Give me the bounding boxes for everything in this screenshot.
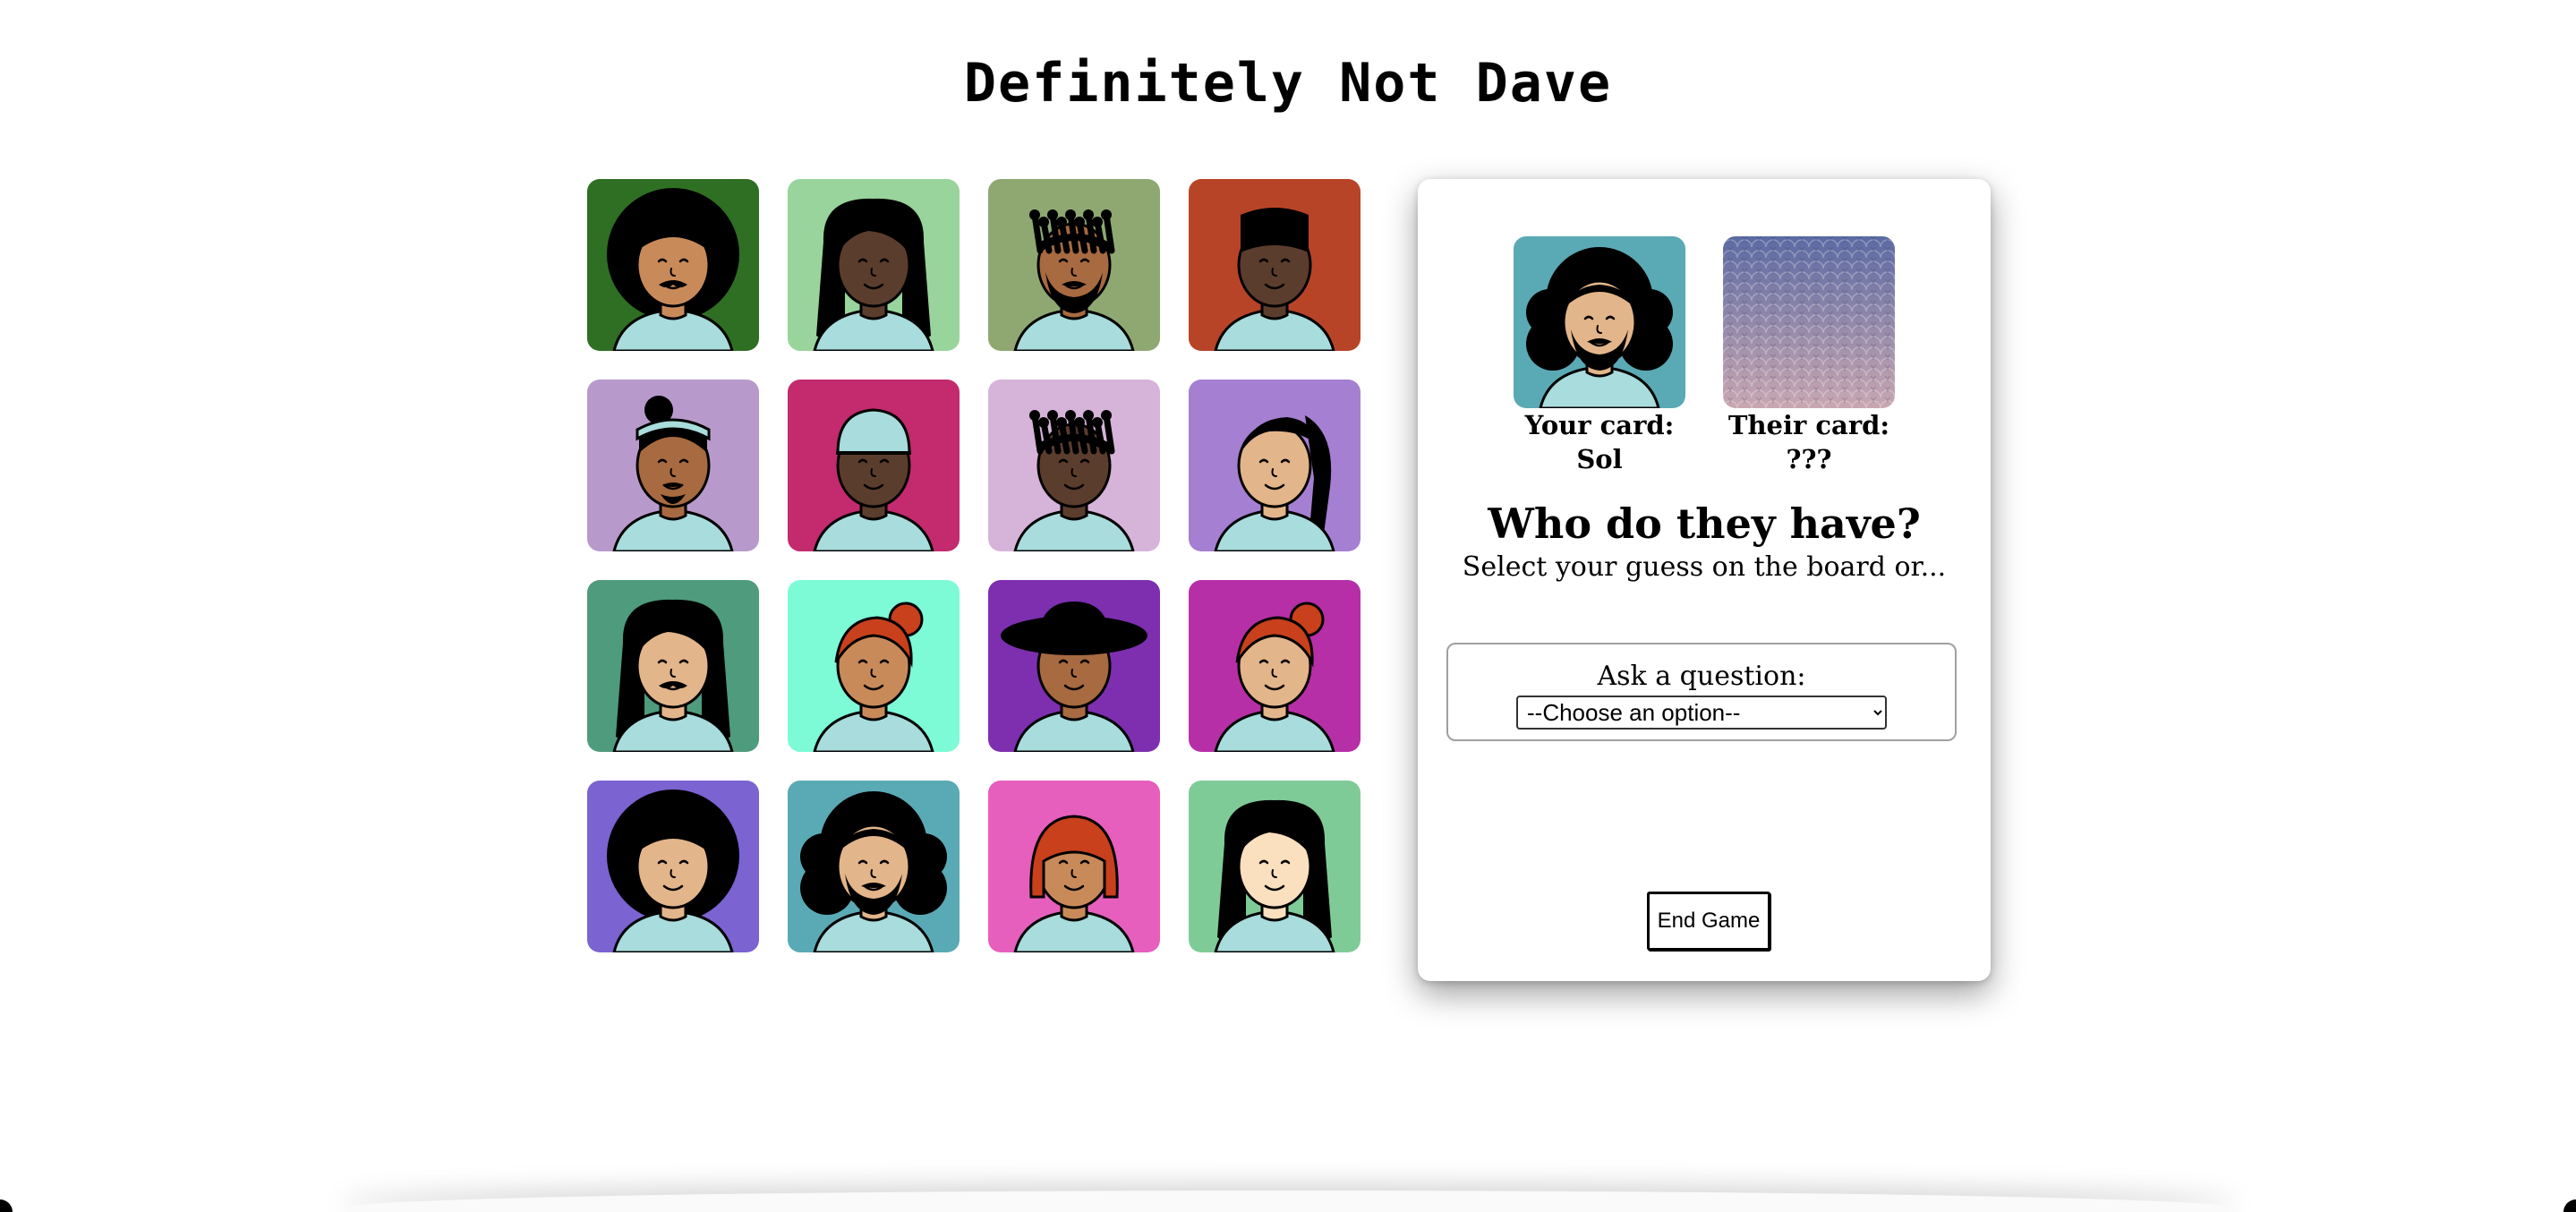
portrait-icon [1189,580,1361,752]
portrait-icon [988,179,1160,351]
character-card[interactable] [988,580,1160,752]
character-card[interactable] [1189,781,1361,952]
character-board [587,179,1361,952]
window-corner-right [2563,1199,2576,1212]
portrait-icon [788,580,960,752]
your-card-portrait [1514,236,1685,408]
ask-question-label: Ask a question: [1597,661,1806,692]
portrait-icon [587,380,759,551]
question-subheading: Select your guess on the board or... [1462,551,1947,583]
ask-question-box: Ask a question: --Choose an option-- [1446,643,1957,741]
their-card-slot: Their card: ??? [1723,236,1895,476]
character-card[interactable] [988,781,1160,952]
portrait-icon [587,580,759,752]
character-card[interactable] [788,580,960,752]
character-card[interactable] [988,179,1160,351]
character-card[interactable] [788,781,960,952]
portrait-icon [1514,236,1685,408]
character-card[interactable] [788,179,960,351]
card-back-pattern-icon [1723,236,1895,408]
character-card[interactable] [988,380,1160,551]
portrait-icon [1189,179,1361,351]
portrait-icon [988,580,1160,752]
portrait-icon [788,380,960,551]
portrait-icon [1189,380,1361,551]
character-card[interactable] [587,580,759,752]
question-select[interactable]: --Choose an option-- [1516,696,1887,730]
portrait-icon [1189,781,1361,952]
question-heading: Who do they have? [1488,499,1921,548]
their-card-name: ??? [1786,444,1832,474]
their-card-back [1723,236,1895,408]
bottom-shadow [340,1191,2238,1212]
portrait-icon [587,781,759,952]
portrait-icon [587,179,759,351]
character-card[interactable] [587,380,759,551]
window-corner-left [0,1199,13,1212]
portrait-icon [788,179,960,351]
portrait-icon [988,781,1160,952]
your-card-label: Your card: [1524,410,1675,440]
page-title: Definitely Not Dave [963,52,1613,115]
game-page: Definitely Not Dave Your card: Sol Their… [0,0,2576,1212]
end-game-button[interactable]: End Game [1647,892,1770,951]
their-card-label: Their card: [1727,410,1890,440]
game-panel: Your card: Sol Their card: ??? Who do th… [1418,179,1991,981]
your-card-name: Sol [1576,444,1623,474]
portrait-icon [988,380,1160,551]
character-card[interactable] [587,781,759,952]
your-card-slot: Your card: Sol [1514,236,1685,476]
character-card[interactable] [1189,580,1361,752]
character-card[interactable] [587,179,759,351]
portrait-icon [788,781,960,952]
character-card[interactable] [1189,179,1361,351]
character-card[interactable] [788,380,960,551]
character-card[interactable] [1189,380,1361,551]
cards-row: Your card: Sol Their card: ??? [1418,236,1991,476]
